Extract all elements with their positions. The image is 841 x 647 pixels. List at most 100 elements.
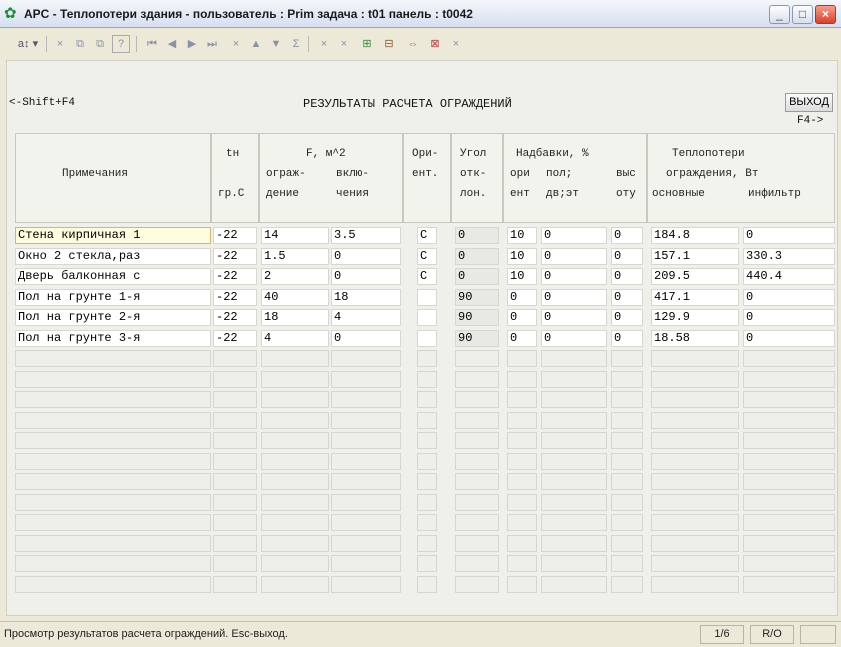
note-cell[interactable]: Окно 2 стекла,раз	[15, 247, 211, 265]
area-incl-cell[interactable]	[331, 575, 401, 593]
loss-main-cell[interactable]	[651, 432, 739, 449]
area-cell[interactable]	[261, 534, 329, 552]
angle-cell[interactable]	[455, 411, 499, 429]
add-floor-cell[interactable]: 0	[541, 247, 607, 265]
angle-cell[interactable]	[455, 452, 499, 470]
tn-cell[interactable]	[213, 534, 257, 552]
tn-cell[interactable]	[213, 575, 257, 593]
angle-cell[interactable]	[455, 555, 499, 572]
note-cell[interactable]	[15, 575, 211, 593]
note-cell[interactable]	[15, 411, 211, 429]
add-height-cell[interactable]	[611, 350, 643, 367]
note-cell[interactable]: Стена кирпичная 1	[15, 227, 211, 244]
loss-main-cell[interactable]	[651, 452, 739, 470]
add-orient-cell[interactable]	[507, 350, 537, 367]
area-incl-cell[interactable]	[331, 473, 401, 490]
loss-main-cell[interactable]	[651, 555, 739, 572]
area-cell[interactable]	[261, 432, 329, 449]
area-cell[interactable]: 18	[261, 309, 329, 326]
note-cell[interactable]	[15, 473, 211, 490]
note-cell[interactable]	[15, 493, 211, 511]
add-floor-cell[interactable]	[541, 411, 607, 429]
link-icon[interactable]: ⇔	[404, 35, 422, 53]
orient-cell[interactable]: С	[417, 268, 437, 285]
add-floor-cell[interactable]: 0	[541, 268, 607, 285]
loss-main-cell[interactable]	[651, 411, 739, 429]
close-panel-icon[interactable]: ×	[448, 35, 464, 53]
paste-icon[interactable]: ⧉	[92, 35, 108, 53]
area-cell[interactable]	[261, 370, 329, 388]
add-orient-cell[interactable]: 10	[507, 268, 537, 285]
add-orient-cell[interactable]	[507, 391, 537, 408]
loss-main-cell[interactable]	[651, 370, 739, 388]
area-cell[interactable]	[261, 411, 329, 429]
add-height-cell[interactable]: 0	[611, 227, 643, 244]
angle-cell[interactable]	[455, 370, 499, 388]
orient-cell[interactable]	[417, 555, 437, 572]
loss-main-cell[interactable]	[651, 493, 739, 511]
add-floor-cell[interactable]: 0	[541, 288, 607, 306]
loss-infil-cell[interactable]	[743, 411, 835, 429]
add-orient-cell[interactable]: 10	[507, 227, 537, 244]
area-incl-cell[interactable]	[331, 534, 401, 552]
add-floor-cell[interactable]	[541, 350, 607, 367]
area-cell[interactable]	[261, 575, 329, 593]
tn-cell[interactable]: -22	[213, 309, 257, 326]
note-cell[interactable]: Дверь балконная с	[15, 268, 211, 285]
loss-infil-cell[interactable]	[743, 432, 835, 449]
loss-infil-cell[interactable]: 0	[743, 288, 835, 306]
delete-row-icon[interactable]: ⊟	[380, 35, 398, 53]
clear-icon[interactable]: ×	[228, 35, 244, 53]
area-incl-cell[interactable]	[331, 350, 401, 367]
tn-cell[interactable]	[213, 452, 257, 470]
area-cell[interactable]	[261, 452, 329, 470]
note-cell[interactable]	[15, 370, 211, 388]
area-cell[interactable]: 2	[261, 268, 329, 285]
loss-main-cell[interactable]: 209.5	[651, 268, 739, 285]
add-orient-cell[interactable]: 10	[507, 247, 537, 265]
tn-cell[interactable]	[213, 370, 257, 388]
loss-infil-cell[interactable]: 440.4	[743, 268, 835, 285]
area-incl-cell[interactable]	[331, 493, 401, 511]
area-cell[interactable]: 1.5	[261, 247, 329, 265]
angle-cell[interactable]: 90	[455, 329, 499, 347]
add-floor-cell[interactable]: 0	[541, 227, 607, 244]
orient-cell[interactable]	[417, 432, 437, 449]
add-height-cell[interactable]: 0	[611, 309, 643, 326]
area-incl-cell[interactable]: 0	[331, 268, 401, 285]
angle-cell[interactable]: 90	[455, 288, 499, 306]
maximize-button[interactable]: □	[792, 5, 813, 24]
help-icon[interactable]: ?	[112, 35, 130, 53]
last-record-icon[interactable]: ⏭	[204, 35, 220, 53]
add-floor-cell[interactable]	[541, 432, 607, 449]
loss-infil-cell[interactable]: 0	[743, 309, 835, 326]
add-height-cell[interactable]: 0	[611, 268, 643, 285]
note-cell[interactable]: Пол на грунте 2-я	[15, 309, 211, 326]
loss-main-cell[interactable]: 18.58	[651, 329, 739, 347]
add-floor-cell[interactable]	[541, 391, 607, 408]
first-record-icon[interactable]: ⏮	[144, 35, 160, 53]
area-incl-cell[interactable]	[331, 370, 401, 388]
orient-cell[interactable]: С	[417, 247, 437, 265]
area-cell[interactable]: 14	[261, 227, 329, 244]
loss-infil-cell[interactable]	[743, 575, 835, 593]
add-height-cell[interactable]: 0	[611, 329, 643, 347]
add-floor-cell[interactable]	[541, 575, 607, 593]
tn-cell[interactable]	[213, 350, 257, 367]
add-floor-cell[interactable]	[541, 534, 607, 552]
insert-row-icon[interactable]: ⊞	[358, 35, 376, 53]
angle-cell[interactable]	[455, 350, 499, 367]
orient-cell[interactable]	[417, 575, 437, 593]
add-height-cell[interactable]: 0	[611, 247, 643, 265]
nav-prev-hint[interactable]: <-Shift+F4	[9, 97, 75, 109]
next-record-icon[interactable]: ▶	[184, 35, 200, 53]
tn-cell[interactable]	[213, 514, 257, 531]
tn-cell[interactable]	[213, 432, 257, 449]
tn-cell[interactable]	[213, 411, 257, 429]
loss-main-cell[interactable]	[651, 575, 739, 593]
loss-main-cell[interactable]: 417.1	[651, 288, 739, 306]
orient-cell[interactable]	[417, 473, 437, 490]
loss-infil-cell[interactable]	[743, 391, 835, 408]
area-incl-cell[interactable]: 18	[331, 288, 401, 306]
tn-cell[interactable]	[213, 391, 257, 408]
